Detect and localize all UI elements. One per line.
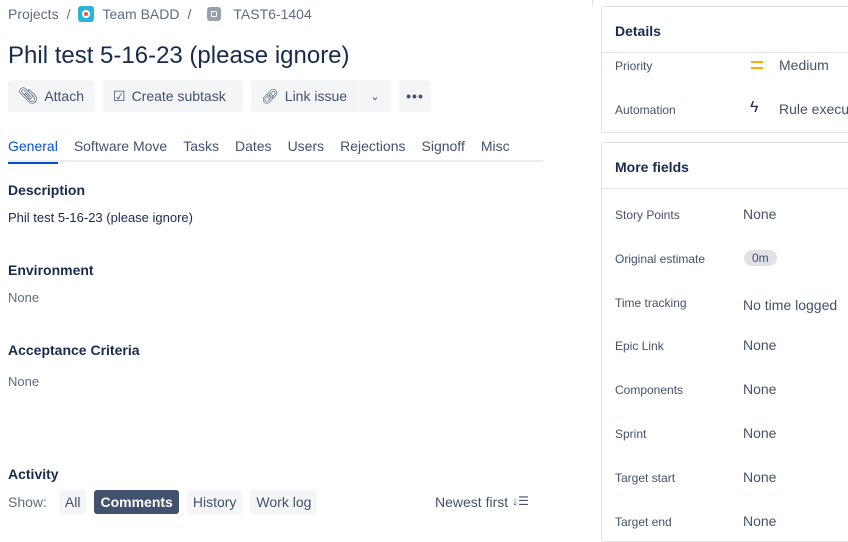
page-title[interactable]: Phil test 5-16-23 (please ignore) — [8, 42, 350, 70]
link-issue-button[interactable]: 🔗︎ Link issue — [251, 80, 358, 112]
lightning-icon: ϟ — [750, 99, 759, 116]
tab-tasks[interactable]: Tasks — [183, 138, 219, 162]
sort-button[interactable]: Newest first ↓☰ — [435, 494, 529, 510]
priority-medium-icon — [751, 59, 763, 69]
tab-rejections[interactable]: Rejections — [340, 138, 405, 162]
activity-heading: Activity — [8, 466, 59, 482]
tab-bar: General Software Move Tasks Dates Users … — [8, 138, 543, 164]
subtask-icon: ☑ — [113, 87, 126, 104]
target-start-value[interactable]: None — [743, 469, 776, 485]
tab-general[interactable]: General — [8, 138, 58, 164]
details-heading[interactable]: Details — [615, 23, 661, 39]
epic-link-value[interactable]: None — [743, 337, 776, 353]
filter-all[interactable]: All — [58, 490, 87, 514]
target-end-value[interactable]: None — [743, 513, 776, 529]
acceptance-field[interactable]: None — [8, 374, 39, 389]
paperclip-icon: 📎︎ — [18, 88, 39, 105]
original-estimate-label: Original estimate — [615, 252, 706, 266]
more-fields-panel: More fields Story Points None Original e… — [601, 142, 848, 542]
breadcrumb-issue[interactable]: TAST6-1404 — [233, 6, 311, 22]
time-tracking-value[interactable]: No time logged — [743, 297, 837, 313]
link-issue-dropdown[interactable]: ⌄ — [359, 80, 391, 112]
more-actions-button[interactable]: ••• — [399, 80, 431, 112]
sort-label: Newest first — [435, 494, 509, 510]
show-label: Show: — [8, 494, 47, 510]
toolbar: 📎︎ Attach ☑ Create subtask 🔗︎ Link issue ⌄ … — [8, 80, 431, 112]
details-panel: Details Priority Medium Automation ϟ Rul… — [601, 6, 848, 133]
tab-signoff[interactable]: Signoff — [422, 138, 465, 162]
components-label: Components — [615, 383, 684, 397]
filter-comments[interactable]: Comments — [94, 490, 179, 514]
breadcrumb-projects[interactable]: Projects — [8, 6, 59, 22]
story-points-value[interactable]: None — [743, 206, 776, 222]
activity-filters: Show: All Comments History Work log — [8, 490, 318, 514]
project-icon — [78, 6, 95, 22]
description-field[interactable]: Phil test 5-16-23 (please ignore) — [8, 210, 193, 225]
sprint-value[interactable]: None — [743, 425, 776, 441]
divider — [602, 52, 848, 53]
components-value[interactable]: None — [743, 381, 776, 397]
description-heading: Description — [8, 182, 86, 198]
attach-label: Attach — [44, 88, 85, 104]
issue-type-icon — [207, 7, 222, 21]
attach-button[interactable]: 📎︎ Attach — [8, 80, 95, 112]
link-icon: 🔗︎ — [261, 87, 279, 104]
acceptance-heading: Acceptance Criteria — [8, 342, 140, 358]
breadcrumb: Projects / Team BADD / TAST6-1404 — [8, 6, 312, 22]
priority-label: Priority — [615, 59, 653, 73]
breadcrumb-separator: / — [66, 6, 71, 22]
link-issue-label: Link issue — [284, 88, 348, 104]
chevron-down-icon: ⌄ — [370, 90, 380, 103]
tab-software-move[interactable]: Software Move — [74, 138, 167, 162]
tab-dates[interactable]: Dates — [235, 138, 272, 162]
create-subtask-label: Create subtask — [131, 88, 226, 104]
tab-misc[interactable]: Misc — [481, 138, 510, 162]
environment-field[interactable]: None — [8, 290, 39, 305]
more-icon: ••• — [406, 88, 424, 104]
sort-icon: ↓☰ — [512, 494, 529, 508]
time-tracking-label: Time tracking — [615, 296, 687, 310]
target-start-label: Target start — [615, 471, 676, 485]
more-fields-heading[interactable]: More fields — [615, 159, 689, 175]
sprint-label: Sprint — [615, 427, 647, 441]
target-end-label: Target end — [615, 515, 672, 529]
tab-users[interactable]: Users — [288, 138, 325, 162]
create-subtask-button[interactable]: ☑ Create subtask — [103, 80, 243, 112]
divider — [602, 188, 848, 189]
filter-work-log[interactable]: Work log — [250, 490, 318, 514]
automation-value[interactable]: Rule execut — [779, 101, 848, 117]
filter-history[interactable]: History — [186, 490, 243, 514]
breadcrumb-separator: / — [187, 6, 192, 22]
story-points-label: Story Points — [615, 208, 680, 222]
priority-value[interactable]: Medium — [779, 57, 829, 73]
epic-link-label: Epic Link — [615, 339, 664, 353]
divider — [592, 0, 593, 6]
breadcrumb-project[interactable]: Team BADD — [102, 6, 179, 22]
environment-heading: Environment — [8, 262, 94, 278]
automation-label: Automation — [615, 103, 676, 117]
original-estimate-value[interactable]: 0m — [744, 250, 777, 266]
